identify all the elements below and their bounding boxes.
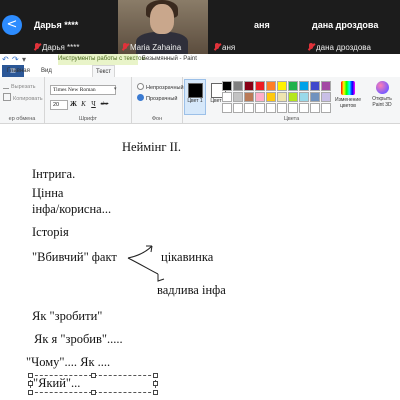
- redo-icon[interactable]: ↷: [12, 55, 19, 64]
- mic-muted-icon: [34, 43, 40, 51]
- participant-name: дана дроздова: [312, 20, 379, 30]
- palette-swatch[interactable]: [321, 81, 331, 91]
- participant-name: Дарья ****: [34, 20, 79, 30]
- palette-swatch[interactable]: [244, 92, 254, 102]
- arrow-to-vazhlyva: [127, 257, 159, 275]
- font-family-select[interactable]: Times New Roman: [50, 85, 116, 95]
- palette-swatch[interactable]: [233, 92, 243, 102]
- customize-qat-icon[interactable]: ▾: [22, 55, 26, 64]
- clipboard-group: Вырезать Копировать ер обмена: [0, 77, 45, 123]
- font-size-select[interactable]: 20: [50, 100, 68, 110]
- arrow-to-cikavynka: [127, 245, 153, 259]
- participant-tile[interactable]: Дарья **** Дарья ****: [24, 0, 116, 54]
- paint-canvas[interactable]: Неймінг II. Інтрига. Цінна інфа/корисна.…: [0, 124, 400, 400]
- palette-swatch[interactable]: [266, 92, 276, 102]
- drawn-arrows: [127, 245, 165, 282]
- palette-swatch[interactable]: [255, 92, 265, 102]
- palette-swatch[interactable]: [244, 103, 254, 113]
- palette-swatch[interactable]: [222, 81, 232, 91]
- background-group: Непрозрачный Прозрачный Фон: [132, 77, 184, 123]
- palette-swatch[interactable]: [266, 103, 276, 113]
- participant-label: аня: [222, 43, 236, 52]
- mic-muted-icon: [308, 43, 314, 51]
- palette-swatch[interactable]: [266, 81, 276, 91]
- tab-home[interactable]: Главная: [7, 65, 30, 77]
- italic-button[interactable]: К: [79, 100, 88, 109]
- group-label: ер обмена: [8, 116, 36, 122]
- paint-title-bar: ↶ ↷ ▾ Инструменты работы с текстом Безым…: [0, 54, 400, 65]
- palette-swatch[interactable]: [321, 103, 331, 113]
- copy-icon: [3, 93, 11, 101]
- cut-button[interactable]: Вырезать: [3, 82, 35, 90]
- mic-muted-icon: [122, 43, 128, 51]
- tab-view[interactable]: Вид: [41, 65, 52, 77]
- strikethrough-button[interactable]: abe: [100, 100, 109, 109]
- palette-swatch[interactable]: [299, 103, 309, 113]
- resize-handle[interactable]: [153, 373, 158, 378]
- palette-swatch[interactable]: [233, 81, 243, 91]
- palette-swatch[interactable]: [310, 103, 320, 113]
- palette-swatch[interactable]: [244, 81, 254, 91]
- palette-swatch[interactable]: [288, 92, 298, 102]
- participant-tile[interactable]: аня аня: [210, 0, 302, 54]
- participant-tile[interactable]: дана дроздова дана дроздова: [304, 0, 400, 54]
- participant-video-tile[interactable]: Maria Zahaina: [118, 0, 208, 54]
- palette-swatch[interactable]: [310, 81, 320, 91]
- palette-swatch[interactable]: [277, 92, 287, 102]
- palette-swatch[interactable]: [233, 103, 243, 113]
- palette-swatch[interactable]: [255, 81, 265, 91]
- resize-handle[interactable]: [153, 381, 158, 386]
- color-palette: [222, 81, 348, 117]
- resize-handle[interactable]: [28, 373, 33, 378]
- back-button[interactable]: <: [2, 15, 22, 35]
- palette-swatch[interactable]: [222, 92, 232, 102]
- resize-handle[interactable]: [153, 390, 158, 395]
- palette-swatch[interactable]: [255, 103, 265, 113]
- underline-button[interactable]: Ч: [89, 100, 98, 109]
- paint3d-button[interactable]: Открыть Paint 3D: [367, 81, 397, 108]
- context-tab-title: Инструменты работы с текстом: [58, 54, 146, 65]
- color1-swatch: [188, 83, 203, 98]
- palette-swatch[interactable]: [321, 92, 331, 102]
- color1-button[interactable]: Цвет 1: [184, 79, 206, 115]
- bold-button[interactable]: Ж: [69, 100, 78, 109]
- palette-swatch[interactable]: [288, 103, 298, 113]
- resize-handle[interactable]: [91, 373, 96, 378]
- transparent-radio[interactable]: Прозрачный: [137, 94, 177, 102]
- ribbon: Вырезать Копировать ер обмена Times New …: [0, 77, 400, 124]
- palette-swatch[interactable]: [277, 81, 287, 91]
- scissors-icon: [3, 82, 9, 89]
- undo-icon[interactable]: ↶: [2, 55, 9, 64]
- participant-name: аня: [254, 20, 270, 30]
- font-group: Times New Roman ▾ 20 Ж К Ч abe Шрифт: [45, 77, 132, 123]
- group-label: Шрифт: [78, 116, 98, 122]
- palette-swatch[interactable]: [277, 103, 287, 113]
- opaque-radio[interactable]: Непрозрачный: [137, 83, 184, 91]
- palette-swatch[interactable]: [288, 81, 298, 91]
- participant-label: Дарья ****: [42, 43, 80, 52]
- resize-handle[interactable]: [28, 390, 33, 395]
- paint3d-icon: [375, 81, 389, 94]
- palette-swatch[interactable]: [222, 103, 232, 113]
- chevron-down-icon[interactable]: ▾: [114, 86, 117, 92]
- text-selection-box[interactable]: [28, 373, 158, 395]
- video-call-strip: < Дарья **** Дарья **** Maria Zahaina ан…: [0, 0, 400, 54]
- resize-handle[interactable]: [91, 390, 96, 395]
- mic-muted-icon: [214, 43, 220, 51]
- resize-handle[interactable]: [28, 381, 33, 386]
- participant-label: дана дроздова: [316, 43, 371, 52]
- group-label: Фон: [151, 116, 163, 122]
- copy-button[interactable]: Копировать: [3, 93, 43, 102]
- palette-swatch[interactable]: [299, 92, 309, 102]
- document-title: Безымянный - Paint: [142, 56, 197, 62]
- participant-label: Maria Zahaina: [130, 43, 182, 52]
- palette-swatch[interactable]: [299, 81, 309, 91]
- palette-swatch[interactable]: [310, 92, 320, 102]
